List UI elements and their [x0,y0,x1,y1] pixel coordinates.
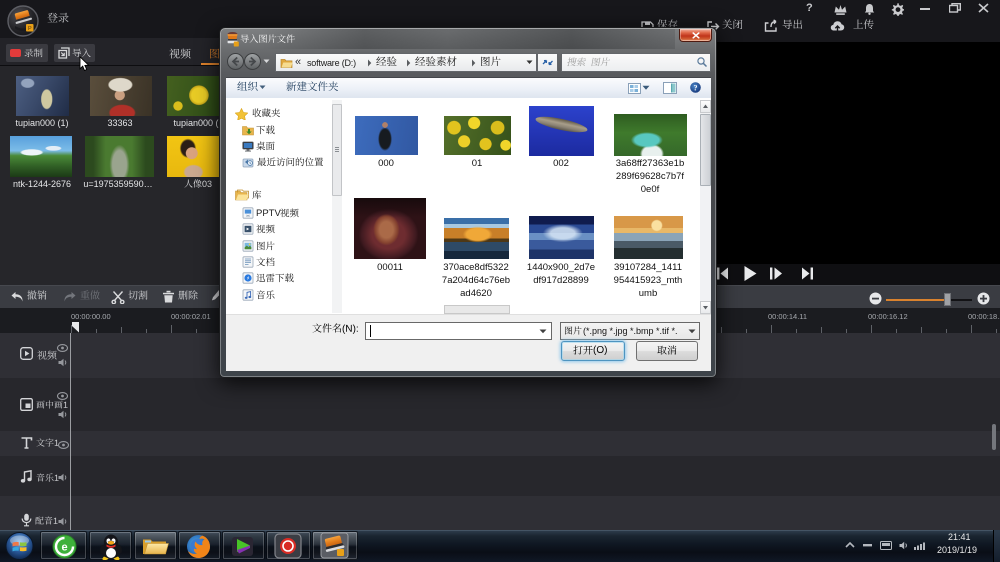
svg-text:e: e [61,542,67,554]
svg-text:?: ? [694,83,698,92]
svg-text:P: P [28,26,32,32]
